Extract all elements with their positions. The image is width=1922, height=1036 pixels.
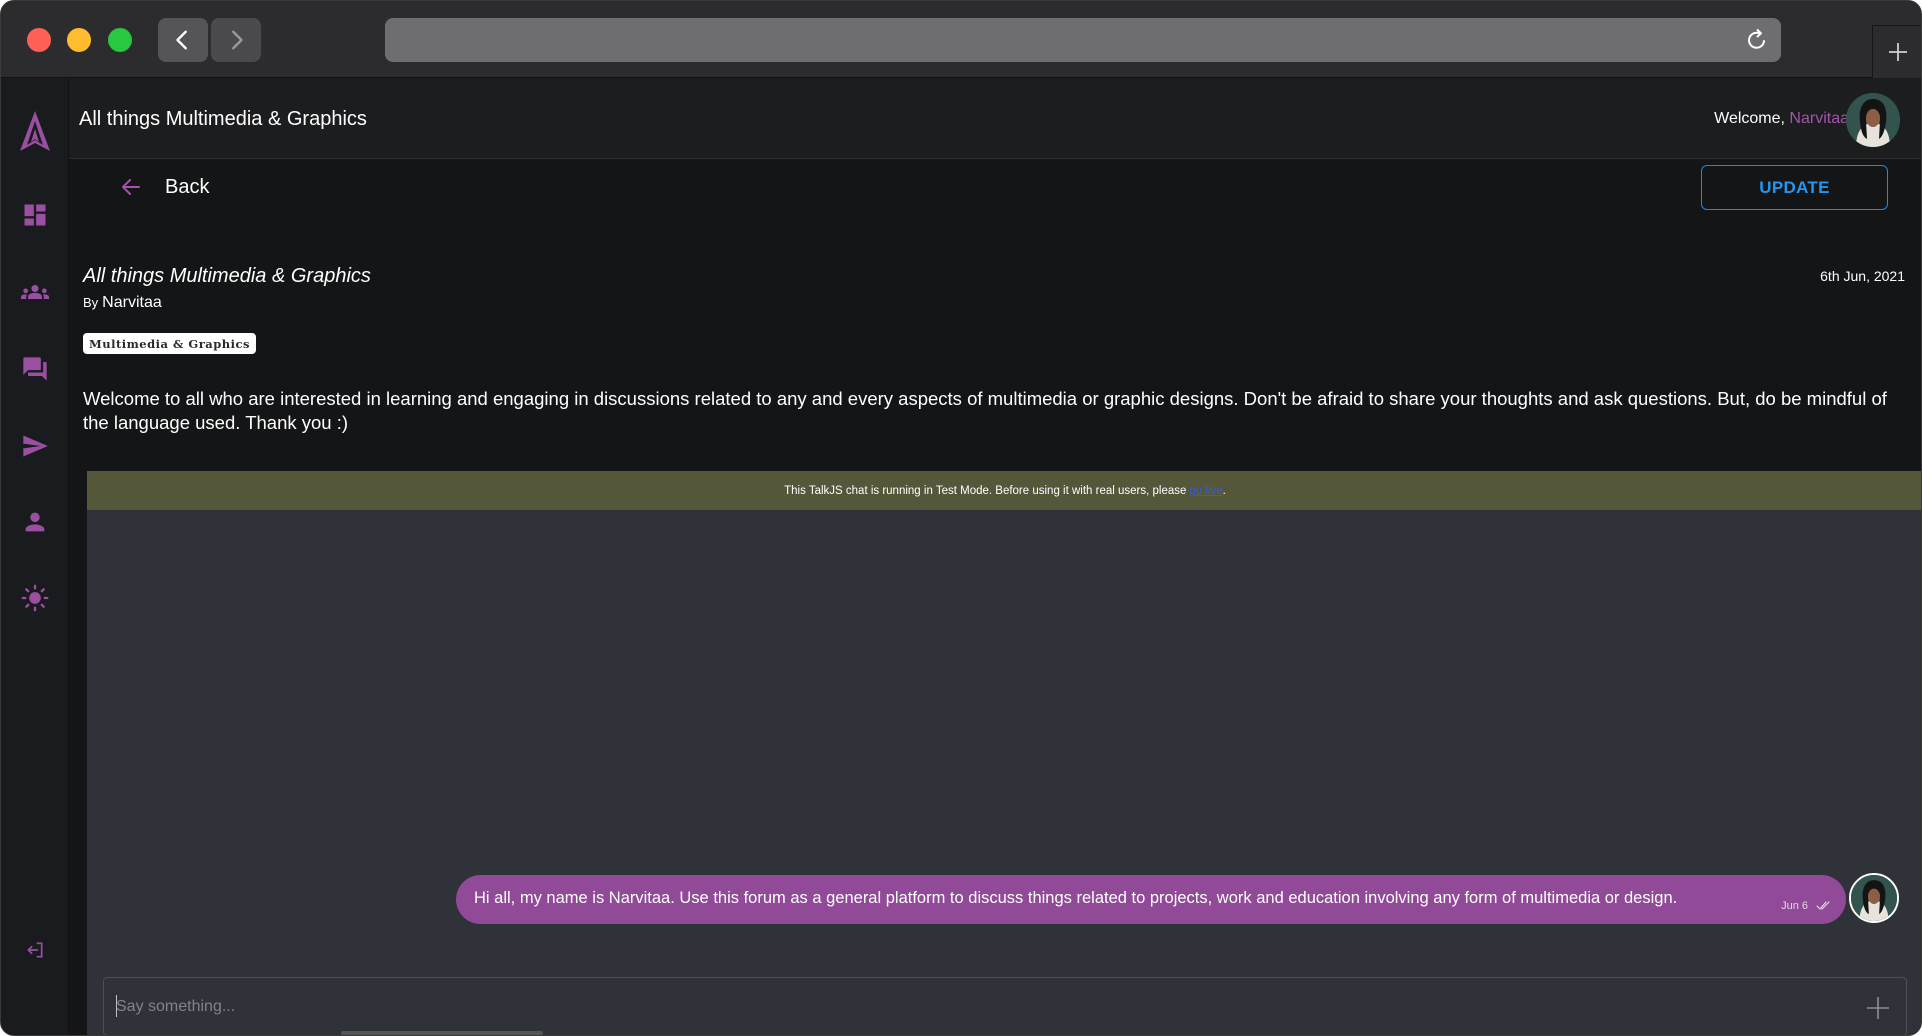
message-sender-avatar[interactable]: [1849, 873, 1899, 923]
close-window-button[interactable]: [27, 28, 51, 52]
update-button[interactable]: UPDATE: [1701, 165, 1888, 210]
plus-icon: [1889, 43, 1907, 61]
browser-toolbar: [1, 1, 1921, 78]
test-mode-banner: This TalkJS chat is running in Test Mode…: [87, 471, 1921, 510]
minimize-window-button[interactable]: [67, 28, 91, 52]
person-icon[interactable]: [20, 507, 50, 537]
message-text: Hi all, my name is Narvitaa. Use this fo…: [474, 889, 1678, 907]
post-date: 6th Jun, 2021: [1820, 268, 1905, 284]
chat-panel: This TalkJS chat is running in Test Mode…: [87, 471, 1921, 1035]
theme-toggle-icon[interactable]: [20, 583, 50, 613]
message-bubble[interactable]: Hi all, my name is Narvitaa. Use this fo…: [456, 875, 1846, 924]
groups-icon[interactable]: [20, 277, 50, 307]
browser-window: All things Multimedia & Graphics Welcome…: [0, 0, 1922, 1036]
new-tab-button[interactable]: [1872, 25, 1921, 78]
back-label: Back: [165, 175, 210, 198]
post-by-label: By: [83, 295, 99, 310]
message-meta: Jun 6: [1781, 900, 1830, 912]
address-bar[interactable]: [385, 18, 1781, 62]
welcome-prefix: Welcome,: [1714, 110, 1790, 127]
post-author-name: Narvitaa: [102, 294, 162, 311]
chevron-right-icon: [232, 30, 243, 50]
test-mode-suffix: .: [1222, 484, 1226, 497]
app-title: All things Multimedia & Graphics: [79, 108, 367, 130]
browser-back-button[interactable]: [158, 18, 208, 62]
logo-icon[interactable]: [18, 109, 52, 153]
attach-plus-icon[interactable]: [1864, 994, 1892, 1022]
post-author: By Narvitaa: [83, 294, 162, 312]
forum-icon[interactable]: [20, 354, 50, 384]
avatar-portrait-icon: [1851, 875, 1897, 921]
composer: [103, 977, 1907, 1035]
double-check-icon: [1816, 901, 1830, 910]
message-time: Jun 6: [1781, 900, 1808, 912]
sidebar: [1, 79, 69, 1035]
text-caret: [116, 995, 117, 1017]
logout-icon[interactable]: [24, 939, 46, 961]
horizontal-scrollbar[interactable]: [341, 1031, 543, 1035]
main-content: All things Multimedia & Graphics Welcome…: [69, 79, 1921, 1035]
message-input[interactable]: [116, 988, 1816, 1026]
post-title: All things Multimedia & Graphics: [83, 265, 371, 287]
avatar-portrait-icon: [1846, 93, 1900, 147]
post-body: Welcome to all who are interested in lea…: [83, 388, 1887, 433]
arrow-left-icon: [122, 179, 140, 195]
send-icon[interactable]: [20, 431, 50, 461]
app-header: All things Multimedia & Graphics Welcome…: [69, 79, 1921, 159]
welcome-text: Welcome, Narvitaa: [1714, 110, 1849, 128]
back-link[interactable]: Back: [119, 175, 209, 199]
go-live-link[interactable]: go live: [1189, 485, 1222, 497]
test-mode-text: This TalkJS chat is running in Test Mode…: [784, 484, 1187, 497]
zoom-window-button[interactable]: [108, 28, 132, 52]
dashboard-icon[interactable]: [20, 200, 50, 230]
welcome-user-name[interactable]: Narvitaa: [1789, 110, 1849, 127]
post-tag[interactable]: Multimedia & Graphics: [83, 333, 256, 354]
browser-forward-button[interactable]: [211, 18, 261, 62]
user-avatar[interactable]: [1846, 93, 1900, 147]
reload-icon[interactable]: [1745, 28, 1769, 52]
chevron-left-icon: [176, 30, 187, 50]
composer-area: [87, 961, 1921, 1035]
